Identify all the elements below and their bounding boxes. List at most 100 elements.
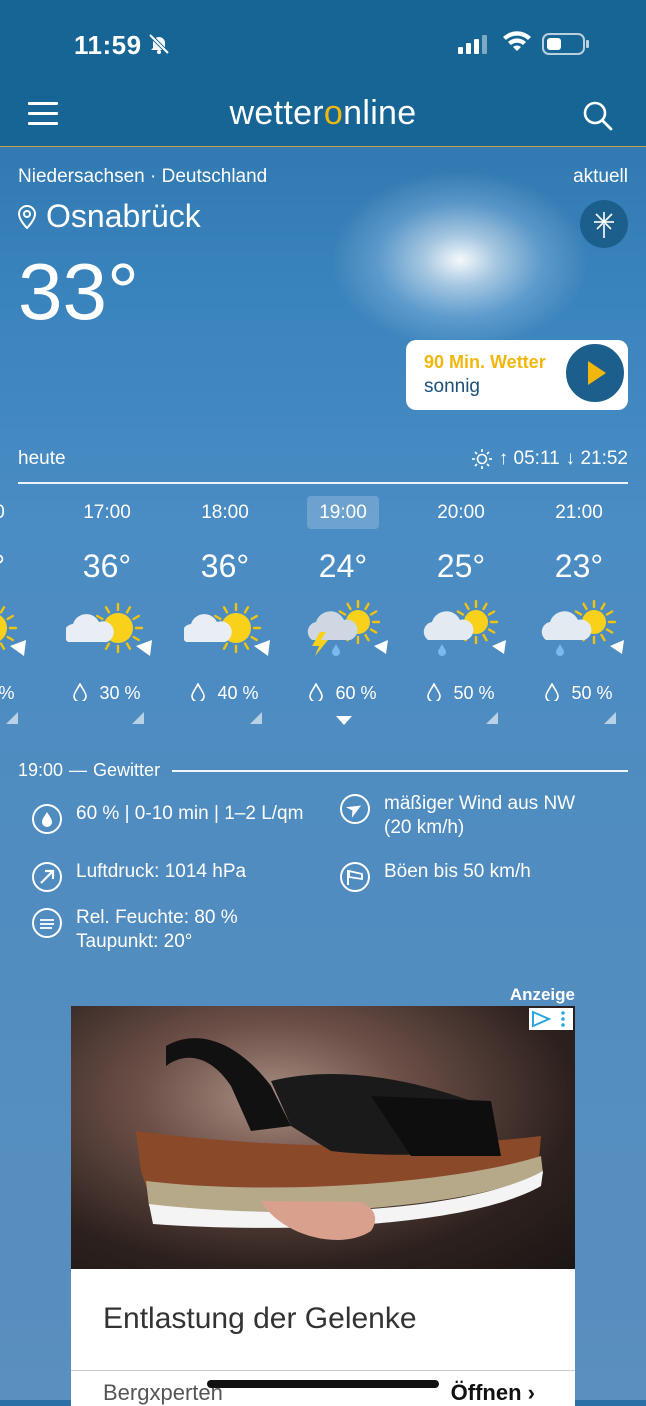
raindrop-icon [309,682,324,703]
sunset-time: ↓ 21:52 [565,448,628,469]
raindrop-icon [191,682,206,703]
pollen-button[interactable] [580,200,628,248]
day-label: heute [18,448,66,469]
detail-wind: mäßiger Wind aus NW (20 km/h) [340,792,575,840]
humidity-text: Rel. Feuchte: 80 % [76,907,238,928]
now-label: aktuell [573,166,628,187]
corner-marker [132,712,144,724]
hour-time: 17:00 [83,502,131,523]
hour-time: 20:00 [437,502,485,523]
ad-card[interactable]: Entlastung der Gelenke Bergxperten Öffne… [71,1006,575,1406]
hour-temp: 25° [436,548,486,584]
selected-arrow [336,716,352,725]
humidity-icon [32,908,62,938]
hour-time: 19:00 [284,496,402,529]
hour-rain: 60 % [284,682,402,704]
status-bar: 11:59 [0,0,646,88]
hour-rain: 30 % [0,683,15,703]
detail-precipitation: 60 % | 0-10 min | 1–2 L/qm [32,802,303,834]
ad-open-button[interactable]: Öffnen › [451,1380,535,1406]
hourly-forecast[interactable]: 16:00 36° 30 % 17:00 36° 30 % 18:00 36° … [0,490,646,730]
sun-cloud-rain-icon [420,599,510,669]
hour-item[interactable]: 16:00 36° 30 % [0,490,40,730]
ad-divider [71,1370,575,1371]
hour-temp: 23° [554,548,604,584]
minute-forecast-title: 90 Min. Wetter [424,352,546,372]
chevron-right-icon: › [527,1380,535,1405]
sun-times: ↑ 05:11 ↓ 21:52 [471,448,628,470]
detail-time: 19:00 [18,760,64,780]
dewpoint-text: Taupunkt: 20° [76,931,193,952]
detail-dash: — [69,760,88,780]
hour-item-selected[interactable]: 19:00 24° 60 % [284,490,402,730]
hour-time: 16:00 [0,502,40,524]
city-selector[interactable]: Osnabrück [18,198,201,235]
sun-partly-cloudy-icon [63,600,156,669]
wind-direction-icon [340,794,370,824]
hour-item[interactable]: 21:00 23° 50 % [520,490,638,730]
hour-item[interactable]: 20:00 25° 50 % [402,490,520,730]
divider [18,482,628,484]
adchoices-icon[interactable] [529,1008,573,1030]
hour-item[interactable]: 18:00 36° 40 % [166,490,284,730]
raindrop-icon [545,682,560,703]
detail-gusts: Böen bis 50 km/h [340,860,531,892]
hour-temp: 36° [82,548,132,584]
divider [172,769,628,772]
sun-partly-cloudy-icon [0,600,30,669]
hour-temp: 36° [0,548,40,585]
city-name: Osnabrück [46,198,201,234]
raindrop-icon [427,682,442,703]
hour-time: 21:00 [555,502,603,523]
ad-image[interactable] [71,1006,575,1269]
sun-background [330,170,590,350]
corner-marker [6,712,18,724]
detail-header: 19:00 — Gewitter [18,760,628,781]
pressure-arrow-icon [32,862,62,892]
corner-marker [604,712,616,724]
minute-forecast-subtitle: sonnig [424,376,480,397]
search-icon[interactable] [582,100,614,132]
battery-icon [542,33,589,55]
home-indicator [207,1380,439,1388]
region-label: Niedersachsen · Deutschland [18,166,268,187]
corner-marker [486,712,498,724]
thunderstorm-icon [302,599,392,669]
sandal-image [136,1038,543,1240]
wind-speed: (20 km/h) [384,817,465,838]
minute-forecast-card[interactable]: 90 Min. Wetter sonnig [406,340,628,410]
ad-title[interactable]: Entlastung der Gelenke [103,1302,417,1336]
windsock-icon [340,862,370,892]
raindrop-icon [73,682,88,703]
dandelion-icon [594,212,614,238]
hour-time: 18:00 [201,502,249,523]
app-header: wetteronline [0,88,646,147]
status-time: 11:59 [74,30,142,60]
sun-cloud-rain-icon [538,599,628,669]
ad-source: Bergxperten [103,1380,223,1405]
hour-temp: 36° [200,548,250,584]
sunrise-time: ↑ 05:11 [498,448,560,469]
muted-bell-icon [148,33,170,55]
hour-rain: 40 % [166,682,284,704]
location-pin-icon [18,204,36,229]
wifi-icon [503,31,531,51]
ad-label: Anzeige [509,985,575,1004]
detail-condition: Gewitter [93,760,161,780]
sun-partly-cloudy-icon [181,600,274,669]
current-temperature: 33° [18,247,139,336]
detail-pressure: Luftdruck: 1014 hPa [32,860,246,892]
hour-rain: 50 % [402,682,520,704]
corner-marker [250,712,262,724]
detail-humidity: Rel. Feuchte: 80 % Taupunkt: 20° [32,906,238,954]
play-button[interactable] [564,342,626,404]
sun-icon [471,449,492,469]
wind-text: mäßiger Wind aus NW [384,793,576,814]
play-icon [588,361,606,385]
hour-rain: 30 % [48,682,166,704]
raindrop-icon [32,804,62,834]
hour-rain: 50 % [520,682,638,704]
hour-temp: 24° [318,548,368,584]
hour-item[interactable]: 17:00 36° 30 % [48,490,166,730]
app-logo: wetteronline [229,94,417,132]
